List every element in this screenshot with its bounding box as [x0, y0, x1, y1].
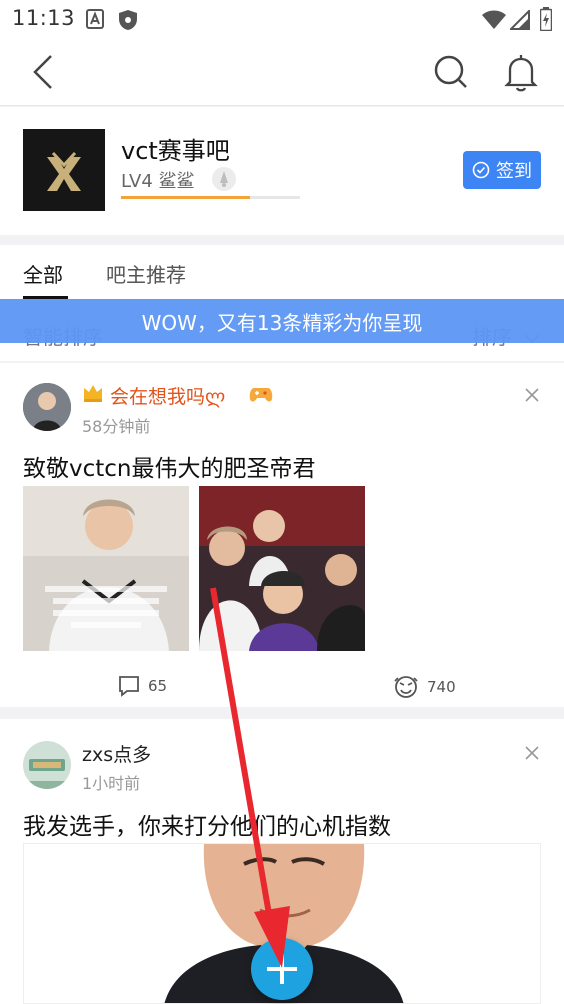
post-time: 1小时前 — [82, 774, 141, 793]
forum-name: vct赛事吧 — [121, 137, 230, 165]
like-icon — [394, 676, 418, 698]
battery-icon — [539, 7, 553, 35]
shield-icon — [118, 9, 138, 35]
crown-icon — [82, 383, 104, 407]
post-card[interactable]: 会在想我吗ლ 58分钟前 致敬vctcn最伟大的肥圣帝君 65 740 — [0, 363, 564, 707]
post-username[interactable]: zxs点多 — [82, 740, 151, 767]
post-image[interactable] — [199, 486, 365, 651]
wifi-icon — [481, 10, 507, 34]
close-icon[interactable] — [525, 745, 539, 764]
tab-moderator-picks[interactable]: 吧主推荐 — [106, 259, 186, 288]
post-title[interactable]: 致敬vctcn最伟大的肥圣帝君 — [23, 449, 316, 483]
checkin-label: 签到 — [496, 161, 532, 182]
comment-count: 65 — [148, 677, 168, 695]
app-notification-icon — [86, 9, 104, 33]
signal-icon — [508, 8, 530, 34]
post-title[interactable]: 我发选手，你来打分他们的心机指数 — [23, 807, 391, 841]
status-bar: 11:13 — [0, 0, 564, 40]
level-badge-icon — [212, 167, 236, 191]
like-count: 740 — [427, 678, 456, 696]
bell-icon[interactable] — [504, 54, 538, 96]
avatar[interactable] — [23, 383, 71, 431]
close-icon[interactable] — [525, 387, 539, 406]
post-time: 58分钟前 — [82, 417, 151, 436]
comment-button[interactable]: 65 — [118, 675, 167, 697]
status-time: 11:13 — [12, 6, 76, 30]
checkin-button[interactable]: 签到 — [463, 151, 541, 189]
create-post-button[interactable] — [251, 938, 313, 1000]
xp-progress-fill — [121, 196, 250, 199]
refresh-banner: WOW，又有13条精彩为你呈现 — [0, 299, 564, 343]
tab-all[interactable]: 全部 — [23, 259, 63, 288]
like-button[interactable]: 740 — [393, 675, 456, 699]
forum-level: LV4 鲨鲨 — [121, 171, 195, 192]
game-controller-icon — [249, 384, 273, 408]
plus-icon — [267, 954, 297, 984]
post-image[interactable] — [23, 486, 189, 651]
comment-icon — [119, 676, 139, 697]
avatar[interactable] — [23, 741, 71, 789]
forum-header: vct赛事吧 LV4 鲨鲨 签到 — [0, 107, 564, 235]
search-icon[interactable] — [433, 54, 469, 94]
checkin-icon — [472, 161, 490, 179]
xp-progress-bar — [121, 196, 300, 199]
post-username[interactable]: 会在想我吗ლ — [110, 382, 225, 409]
forum-logo[interactable] — [23, 129, 105, 211]
top-navigation — [0, 40, 564, 106]
back-icon[interactable] — [32, 54, 54, 94]
tab-bar: 全部 吧主推荐 — [0, 245, 564, 299]
